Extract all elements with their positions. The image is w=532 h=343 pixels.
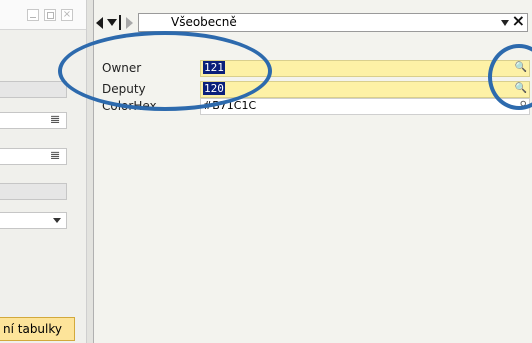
separator bbox=[119, 15, 121, 30]
category-select[interactable]: Všeobecně × bbox=[138, 12, 528, 32]
chevron-down-icon[interactable] bbox=[107, 19, 117, 26]
pin-icon[interactable]: 𝌆 bbox=[50, 113, 60, 126]
colorhex-field[interactable]: #B71C1C ⚲ bbox=[200, 98, 530, 115]
maximize-icon[interactable] bbox=[44, 9, 56, 21]
annotation-ellipse bbox=[58, 31, 272, 111]
left-field-1[interactable] bbox=[0, 81, 67, 98]
minimize-icon[interactable] bbox=[27, 9, 39, 21]
next-icon[interactable] bbox=[126, 17, 133, 29]
category-select-value: Všeobecně bbox=[171, 15, 237, 29]
left-field-2[interactable]: 𝌆 bbox=[0, 112, 67, 129]
left-window-titlebar bbox=[0, 0, 86, 30]
table-button[interactable]: ní tabulky bbox=[0, 317, 75, 341]
left-field-3[interactable]: 𝌆 bbox=[0, 148, 67, 165]
left-dropdown[interactable] bbox=[0, 212, 67, 229]
close-icon[interactable]: × bbox=[61, 9, 73, 21]
pin-icon[interactable]: 𝌆 bbox=[50, 149, 60, 162]
previous-icon[interactable] bbox=[96, 17, 103, 29]
left-field-4[interactable] bbox=[0, 183, 67, 200]
chevron-down-icon[interactable] bbox=[501, 20, 509, 26]
chevron-down-icon[interactable] bbox=[53, 218, 61, 223]
close-icon[interactable]: × bbox=[512, 12, 525, 30]
